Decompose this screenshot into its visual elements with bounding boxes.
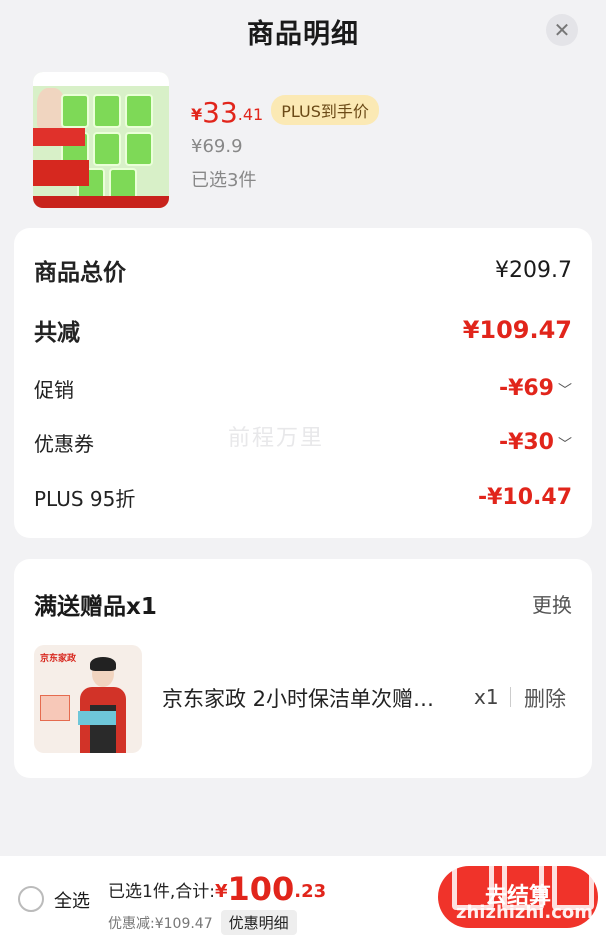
plus-discount-label: PLUS 95折 <box>34 486 136 511</box>
total-reduction-value: ¥109.47 <box>462 316 572 344</box>
change-gift-button[interactable]: 更换 <box>532 589 572 618</box>
product-price: ¥ 33 .41 PLUS到手价 <box>191 94 379 128</box>
promo-label: 促销 <box>34 377 74 402</box>
selected-total: 已选1件,合计: ¥ 100 .23 <box>108 872 326 906</box>
chevron-down-icon: ﹀ <box>558 436 572 453</box>
total-integer: 100 <box>227 870 295 908</box>
plus-price-badge: PLUS到手价 <box>271 95 379 125</box>
gift-image: 京东家政 <box>34 645 142 753</box>
total-price-value: ¥209.7 <box>495 257 572 283</box>
header: 商品明细 ✕ <box>0 0 606 60</box>
promo-row[interactable]: 促销 -¥69 ﹀ <box>34 368 572 408</box>
price-integer: 33 <box>202 96 238 129</box>
watermark-text: 前程万里 <box>228 426 325 451</box>
product-summary: ¥ 33 .41 PLUS到手价 ¥69.9 已选3件 <box>33 72 573 212</box>
discount-text: 优惠减:¥109.47 <box>108 915 213 932</box>
promo-value: -¥69 <box>498 375 554 401</box>
divider <box>510 687 511 707</box>
total-reduction-label: 共减 <box>34 320 80 346</box>
total-symbol: ¥ <box>214 881 228 902</box>
select-all-label[interactable]: 全选 <box>54 887 90 913</box>
chevron-down-icon: ﹀ <box>558 382 572 399</box>
gift-card: 满送赠品x1 更换 京东家政 京东家政 2小时保洁单次赠… x1 删除 <box>14 559 592 778</box>
gift-name[interactable]: 京东家政 2小时保洁单次赠… <box>162 683 462 713</box>
total-price-label: 商品总价 <box>34 260 126 286</box>
coupon-label: 优惠券 <box>34 431 94 456</box>
gift-brand-label: 京东家政 <box>40 654 77 664</box>
promo-value-wrap[interactable]: -¥69 ﹀ <box>499 376 572 401</box>
delete-gift-button[interactable]: 删除 <box>524 683 566 713</box>
total-decimal: .23 <box>294 881 327 902</box>
original-price: ¥69.9 <box>191 136 243 157</box>
discount-detail-button[interactable]: 优惠明细 <box>220 910 297 935</box>
plus-discount-value: -¥10.47 <box>477 484 572 510</box>
gift-quantity: x1 <box>474 685 499 709</box>
watermark-domain: zhizhizhi.com <box>456 902 594 923</box>
price-summary-card: 商品总价 ¥209.7 共减 ¥109.47 促销 -¥69 ﹀ 优惠券 -¥30… <box>14 228 592 538</box>
gift-title: 满送赠品x1 <box>34 594 157 620</box>
plus-discount-row: PLUS 95折 -¥10.47 <box>34 477 572 517</box>
selected-count: 已选3件 <box>191 170 257 191</box>
close-icon[interactable]: ✕ <box>546 14 578 46</box>
total-price-row: 商品总价 ¥209.7 <box>34 250 572 290</box>
product-image <box>33 72 169 208</box>
checkout-bar: 全选 已选1件,合计: ¥ 100 .23 优惠减:¥109.47 优惠明细 去… <box>0 856 606 939</box>
select-all-checkbox[interactable] <box>18 886 44 912</box>
price-decimal: .41 <box>237 105 264 124</box>
selected-text: 已选1件,合计: <box>108 882 215 902</box>
page-title: 商品明细 <box>247 19 359 50</box>
total-reduction-row: 共减 ¥109.47 <box>34 310 572 350</box>
coupon-value-wrap[interactable]: -¥30 ﹀ <box>499 430 572 455</box>
coupon-value: -¥30 <box>498 429 554 455</box>
price-symbol: ¥ <box>191 105 203 124</box>
discount-line: 优惠减:¥109.47 优惠明细 <box>108 910 297 935</box>
